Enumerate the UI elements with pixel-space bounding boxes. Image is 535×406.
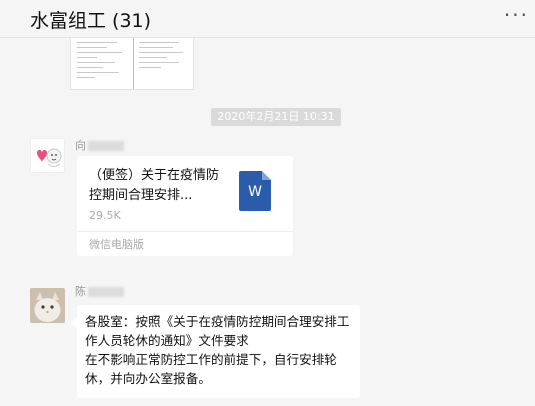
file-name: （便签）关于在疫情防控期间合理安排... [89, 168, 220, 203]
chat-title: 水富组工 (31) [30, 10, 152, 32]
thumbnail-text-lines [139, 38, 187, 89]
sender-name-redacted [88, 141, 124, 151]
more-icon[interactable]: ··· [504, 3, 529, 27]
file-size: 29.5K [89, 209, 121, 222]
sender-name: 向 [75, 137, 124, 152]
timestamp-chip: 2020年2月21日 10:31 [211, 108, 341, 126]
message-text-line: 各股室：按照《关于在疫情防控期间合理安排工作人员轮休的通知》文件要求 [85, 314, 350, 348]
image-message-thumbnail[interactable] [70, 38, 194, 90]
word-doc-icon: W [239, 171, 271, 211]
sender-name-text: 向 [75, 139, 86, 152]
sender-name: 陈 [75, 283, 124, 298]
thumbnail-text-lines [77, 38, 127, 89]
message-text-line: 在不影响正常防控工作的前提下，自行安排轮休，并向办公室报备。 [85, 352, 337, 386]
file-card-divider [77, 231, 293, 232]
sender-name-text: 陈 [75, 285, 86, 298]
doc-fold-corner [262, 171, 271, 180]
cat-photo-avatar-icon [30, 288, 65, 323]
thumbnail-divider [133, 38, 134, 89]
chat-header: 水富组工 (31) ··· [0, 0, 535, 38]
file-source-label: 微信电脑版 [89, 238, 144, 251]
word-doc-letter: W [248, 184, 262, 200]
text-message-bubble[interactable]: 各股室：按照《关于在疫情防控期间合理安排工作人员轮休的通知》文件要求 在不影响正… [71, 305, 360, 398]
cartoon-heart-avatar-icon [31, 139, 64, 172]
file-message-card[interactable]: （便签）关于在疫情防控期间合理安排... 29.5K W 微信电脑版 [77, 156, 293, 256]
sender-name-redacted [88, 287, 124, 297]
sender-avatar[interactable] [30, 138, 65, 173]
sender-avatar[interactable] [30, 288, 65, 323]
